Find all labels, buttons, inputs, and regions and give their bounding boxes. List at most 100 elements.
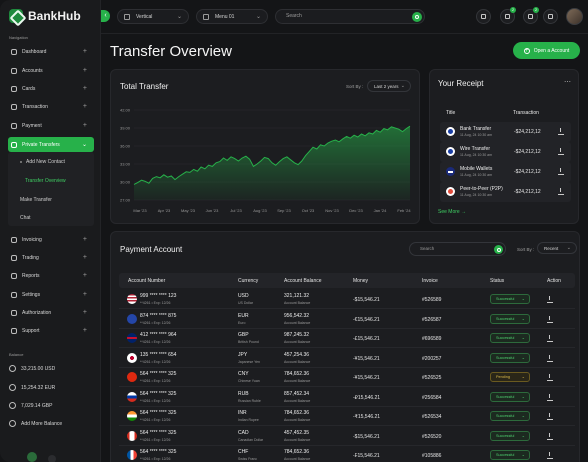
- table-row[interactable]: 412 **** **** 964 **4261 • Exp: 12/26 GBP B…: [119, 329, 575, 348]
- sidebar-item-payment[interactable]: Payment +: [8, 119, 94, 132]
- sidebar-item-cards[interactable]: Cards +: [8, 82, 94, 95]
- download-icon[interactable]: [547, 393, 553, 401]
- language-icon[interactable]: [543, 9, 558, 24]
- sidebar-item-accounts[interactable]: Accounts +: [8, 64, 94, 77]
- invoice-number[interactable]: #526587: [422, 317, 441, 323]
- balance-eur[interactable]: 15,254.32 EUR: [9, 384, 55, 391]
- layout-dropdown[interactable]: Vertical ⌄: [117, 9, 189, 24]
- sidebar-item-settings[interactable]: Settings +: [8, 288, 94, 301]
- submenu-chat[interactable]: Chat: [20, 215, 31, 221]
- total-transfer-chart: 42.00 39.00 36.00 33.00 30.00 27.00Mar '23 Apr…: [120, 108, 411, 214]
- notification-icon[interactable]: 2: [500, 7, 516, 24]
- message-icon[interactable]: 2: [523, 7, 539, 24]
- download-icon[interactable]: [547, 296, 553, 303]
- download-icon[interactable]: [558, 128, 564, 135]
- sidebar-item-authorization[interactable]: Authorization +: [8, 306, 94, 319]
- sidebar-item-private-transfers[interactable]: Private Transfers ⌄: [8, 137, 94, 152]
- download-icon[interactable]: [547, 335, 553, 342]
- more-icon[interactable]: ⋯: [564, 78, 571, 86]
- status-dropdown[interactable]: Successful ⌄: [490, 352, 530, 363]
- invoice-number[interactable]: #526589: [422, 297, 441, 303]
- receipt-date: 11 Aug, 24 10:30 am: [460, 173, 493, 177]
- status-dropdown[interactable]: Pending ⌄: [490, 372, 530, 382]
- profile-avatar[interactable]: [566, 8, 583, 25]
- paypal-icon: [446, 147, 455, 156]
- app-name: BankHub: [28, 9, 81, 23]
- table-row[interactable]: 564 **** **** 325 **4261 • Exp: 12/26 RUB R…: [119, 388, 575, 407]
- sort-dropdown[interactable]: Recent ⌄: [537, 242, 577, 254]
- sidebar-item-invoicing[interactable]: Invoicing +: [8, 233, 94, 246]
- download-icon[interactable]: [547, 374, 553, 381]
- col-action[interactable]: Action: [547, 278, 561, 284]
- see-more-link[interactable]: See More →: [438, 209, 466, 215]
- add-balance-button[interactable]: Add More Balance: [9, 420, 62, 427]
- status-dropdown[interactable]: Successful ⌄: [490, 333, 530, 343]
- submenu-add-new-contact[interactable]: Add New Contact: [20, 159, 65, 165]
- download-icon[interactable]: [558, 188, 564, 195]
- bankhub-logo-icon: [9, 9, 23, 23]
- sort-label: Sort By :: [517, 247, 535, 252]
- receipt-row[interactable]: Wire Transfer 11 Aug, 24 10:30 am -$24,212…: [440, 142, 571, 162]
- open-account-button[interactable]: + Open a Account: [513, 42, 580, 59]
- collapse-sidebar-button[interactable]: ‹: [101, 10, 110, 22]
- card-icon: [11, 85, 17, 92]
- col-invoice[interactable]: Invoice: [422, 278, 438, 284]
- submenu-transfer-overview[interactable]: Transfer Overview: [25, 178, 66, 184]
- sidebar-item-dashboard[interactable]: Dashboard +: [8, 45, 94, 58]
- table-row[interactable]: 564 **** **** 325 **4261 • Exp: 12/26 CHF S…: [119, 446, 575, 462]
- invoice-number[interactable]: #105886: [422, 453, 441, 459]
- table-row[interactable]: 564 **** **** 325 **4261 • Exp: 12/26 CAD C…: [119, 427, 575, 446]
- receipt-row[interactable]: Peer-to-Peer (P2P) 11 Aug, 24 10:30 am -$2…: [440, 182, 571, 202]
- download-icon[interactable]: [547, 354, 553, 362]
- search-icon[interactable]: [494, 245, 503, 254]
- status-dropdown[interactable]: Successful ⌄: [490, 450, 530, 460]
- in-flag-icon: [127, 411, 137, 421]
- table-row[interactable]: 135 **** **** 654 **4261 • Exp: 12/26 JPY J…: [119, 349, 575, 368]
- download-icon[interactable]: [547, 452, 553, 459]
- table-row[interactable]: 999 **** **** 123 **4261 • Exp: 12/26 USD U…: [119, 290, 575, 309]
- status-dropdown[interactable]: Successful ⌄: [490, 391, 530, 402]
- logo[interactable]: BankHub: [9, 9, 81, 23]
- invoice-number[interactable]: #526520: [422, 434, 441, 440]
- sidebar-item-reports[interactable]: Reports +: [8, 269, 94, 282]
- table-row[interactable]: 874 **** **** 875 **4261 • Exp: 12/26 EUR E…: [119, 310, 575, 329]
- search-input[interactable]: Search: [275, 9, 425, 24]
- download-icon[interactable]: [558, 168, 564, 175]
- submenu-make-transfer[interactable]: Make Transfer: [20, 197, 52, 203]
- balance-gbp[interactable]: 7,029.14 GBP: [9, 402, 52, 409]
- col-account-balance[interactable]: Account Balance: [284, 278, 322, 284]
- receipt-row[interactable]: Mobile Wallets 11 Aug, 24 10:30 am -$24,21…: [440, 162, 571, 182]
- table-row[interactable]: 564 **** **** 325 **4261 • Exp: 12/26 INR I…: [119, 407, 575, 426]
- download-icon[interactable]: [547, 413, 553, 420]
- col-account-number[interactable]: Account Number: [128, 278, 165, 284]
- status-dropdown[interactable]: Successful ⌄: [490, 294, 530, 304]
- user-avatar[interactable]: [27, 452, 37, 462]
- status-dropdown[interactable]: Successful ⌄: [490, 411, 530, 421]
- status-dropdown[interactable]: Successful ⌄: [490, 313, 530, 324]
- invoice-number[interactable]: #200257: [422, 356, 441, 362]
- settings-icon[interactable]: [48, 455, 56, 462]
- balance-usd[interactable]: 33,215.00 USD: [9, 365, 55, 372]
- col-status[interactable]: Status: [490, 278, 504, 284]
- download-icon[interactable]: [547, 432, 553, 440]
- chart-range-dropdown[interactable]: Last 2 years ⌄: [367, 80, 411, 92]
- theme-toggle-icon[interactable]: [476, 9, 491, 24]
- col-money[interactable]: Money: [353, 278, 368, 284]
- sidebar-item-trading[interactable]: Trading +: [8, 251, 94, 264]
- download-icon[interactable]: [558, 148, 564, 155]
- receipt-row[interactable]: Bank Transfer 11 Aug, 24 10:30 am -$24,212…: [440, 122, 571, 142]
- search-icon[interactable]: [412, 12, 422, 22]
- invoice-number[interactable]: #696589: [422, 336, 441, 342]
- sidebar-item-transaction[interactable]: Transaction +: [8, 100, 94, 113]
- download-icon[interactable]: [547, 315, 553, 323]
- invoice-number[interactable]: #256584: [422, 395, 441, 401]
- col-currency[interactable]: Currency: [238, 278, 258, 284]
- payment-search-input[interactable]: Search: [409, 242, 506, 256]
- sidebar-item-support[interactable]: Support +: [8, 324, 94, 337]
- nav-section-title: Navigation: [9, 35, 28, 40]
- table-row[interactable]: 564 **** **** 325 **4261 • Exp: 12/26 CNY C…: [119, 368, 575, 387]
- invoice-number[interactable]: #526534: [422, 414, 441, 420]
- invoice-number[interactable]: #526525: [422, 375, 441, 381]
- menu-dropdown[interactable]: Menu 01 ⌄: [196, 9, 268, 24]
- status-dropdown[interactable]: Successful ⌄: [490, 430, 530, 441]
